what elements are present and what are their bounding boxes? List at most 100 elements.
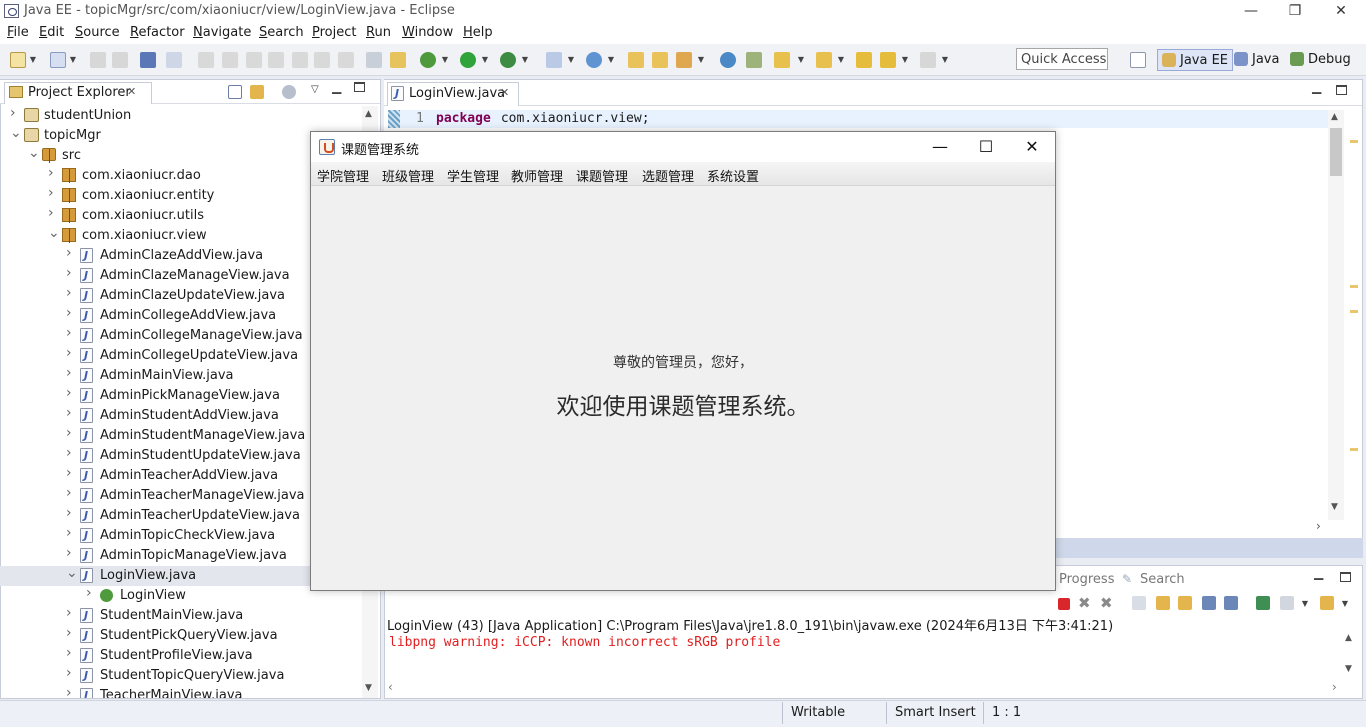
previous-annotation-icon[interactable] xyxy=(816,52,832,68)
step-into-icon[interactable] xyxy=(292,52,308,68)
debug-dropdown-icon[interactable]: ▼ xyxy=(440,52,450,68)
quick-access-input[interactable]: Quick Access xyxy=(1016,48,1108,70)
tree-row[interactable]: › com.xiaoniucr.dao xyxy=(0,165,362,186)
expand-chevron-icon[interactable]: › xyxy=(48,185,58,201)
expand-chevron-icon[interactable]: › xyxy=(66,325,76,341)
clear-console-icon[interactable] xyxy=(1132,596,1146,610)
menu-project[interactable]: Project xyxy=(312,25,357,40)
expand-chevron-icon[interactable]: › xyxy=(66,285,76,301)
collapse-chevron-icon[interactable]: ⌄ xyxy=(48,225,60,241)
perspective-debug[interactable]: Debug xyxy=(1286,49,1355,71)
console-icon[interactable] xyxy=(140,52,156,68)
tree-row[interactable]: › AdminCollegeManageView.java xyxy=(0,325,362,346)
open-console-dropdown-icon[interactable]: ▼ xyxy=(1340,596,1350,612)
menu-search[interactable]: Search xyxy=(259,25,304,40)
maximize-editor-icon[interactable] xyxy=(1336,85,1347,95)
save-all-icon[interactable] xyxy=(112,52,128,68)
tree-row[interactable]: › AdminClazeManageView.java xyxy=(0,265,362,286)
skip-breakpoints-icon[interactable] xyxy=(166,52,182,68)
expand-chevron-icon[interactable]: › xyxy=(10,106,20,121)
view-menu-icon[interactable]: ▽ xyxy=(311,84,319,95)
menu-system-settings[interactable]: 系统设置 xyxy=(707,166,759,185)
tree-row[interactable]: › com.xiaoniucr.entity xyxy=(0,185,362,206)
new-class-dropdown-icon[interactable]: ▼ xyxy=(606,52,616,68)
back-dropdown-icon[interactable]: ▼ xyxy=(900,52,910,68)
new-icon[interactable] xyxy=(10,52,26,68)
menu-help[interactable]: Help xyxy=(463,25,493,40)
use-step-filters-icon[interactable] xyxy=(366,52,382,68)
open-task-icon[interactable] xyxy=(652,52,668,68)
warning-marker-icon[interactable] xyxy=(1350,140,1358,143)
expand-chevron-icon[interactable]: › xyxy=(66,665,76,681)
tree-row[interactable]: › AdminCollegeAddView.java xyxy=(0,305,362,326)
collapse-all-icon[interactable] xyxy=(228,85,242,99)
word-wrap-icon[interactable] xyxy=(1178,596,1192,610)
tree-row[interactable]: › AdminClazeAddView.java xyxy=(0,245,362,266)
tree-row[interactable]: › AdminPickManageView.java xyxy=(0,385,362,406)
expand-chevron-icon[interactable]: › xyxy=(66,685,76,698)
open-console-icon[interactable] xyxy=(1320,596,1334,610)
debug-icon[interactable] xyxy=(420,52,436,68)
menu-teacher-management[interactable]: 教师管理 xyxy=(511,166,563,185)
scroll-thumb[interactable] xyxy=(1330,128,1342,176)
expand-chevron-icon[interactable]: › xyxy=(66,425,76,441)
dialog-minimize-button[interactable]: — xyxy=(925,138,955,156)
menu-edit[interactable]: Edit xyxy=(39,25,64,40)
tree-row[interactable]: › AdminTopicCheckView.java xyxy=(0,525,362,546)
menu-file[interactable]: File xyxy=(7,25,29,40)
expand-chevron-icon[interactable]: › xyxy=(66,485,76,501)
scroll-lock-icon[interactable] xyxy=(1156,596,1170,610)
collapse-chevron-icon[interactable]: ⌄ xyxy=(66,565,78,581)
new-server-dropdown-icon[interactable]: ▼ xyxy=(68,52,78,68)
collapse-chevron-icon[interactable]: ⌄ xyxy=(10,125,22,141)
expand-chevron-icon[interactable]: › xyxy=(66,625,76,641)
expand-chevron-icon[interactable]: › xyxy=(66,365,76,381)
tree-row[interactable]: › AdminClazeUpdateView.java xyxy=(0,285,362,306)
console-scroll-left-icon[interactable]: ‹ xyxy=(388,680,393,694)
terminate-icon[interactable] xyxy=(246,52,262,68)
tree-row[interactable]: › TeacherMainView.java xyxy=(0,685,362,698)
minimize-button[interactable]: — xyxy=(1236,2,1266,20)
scroll-right-icon[interactable]: › xyxy=(1316,519,1321,533)
progress-tab[interactable]: Progress xyxy=(1059,572,1114,587)
warning-marker-icon[interactable] xyxy=(1350,448,1358,451)
restore-button[interactable]: ❐ xyxy=(1280,2,1310,20)
expand-chevron-icon[interactable]: › xyxy=(66,465,76,481)
tree-row[interactable]: › StudentTopicQueryView.java xyxy=(0,665,362,686)
scroll-up-icon[interactable]: ▲ xyxy=(1331,112,1338,122)
run-icon[interactable] xyxy=(460,52,476,68)
remove-all-icon[interactable]: ✖ xyxy=(1100,594,1113,612)
dialog-maximize-button[interactable]: ☐ xyxy=(971,138,1001,156)
display-console-dropdown-icon[interactable]: ▼ xyxy=(1300,596,1310,612)
close-button[interactable]: ✕ xyxy=(1326,2,1356,20)
perspective-java-ee[interactable]: Java EE xyxy=(1157,49,1234,71)
menu-selection-management[interactable]: 选题管理 xyxy=(642,166,694,185)
tree-row[interactable]: › AdminStudentUpdateView.java xyxy=(0,445,362,466)
editor-scrollbar[interactable]: ▲ ▼ xyxy=(1328,110,1344,520)
tree-row[interactable]: › studentUnion xyxy=(0,106,362,126)
pin-console-icon[interactable] xyxy=(1256,596,1270,610)
tree-row[interactable]: › AdminTopicManageView.java xyxy=(0,545,362,566)
expand-chevron-icon[interactable]: › xyxy=(66,525,76,541)
tree-row[interactable]: ⌄ topicMgr xyxy=(0,125,362,146)
maximize-console-icon[interactable] xyxy=(1340,572,1351,582)
run-dropdown-icon[interactable]: ▼ xyxy=(480,52,490,68)
expand-chevron-icon[interactable]: › xyxy=(66,645,76,661)
new-server-icon[interactable] xyxy=(50,52,66,68)
warning-marker-icon[interactable] xyxy=(1350,285,1358,288)
perspective-java[interactable]: Java xyxy=(1230,49,1283,71)
maximize-view-icon[interactable] xyxy=(354,82,365,92)
tree-row[interactable]: › StudentProfileView.java xyxy=(0,645,362,666)
expand-chevron-icon[interactable]: › xyxy=(86,585,96,601)
new-dropdown-icon[interactable]: ▼ xyxy=(28,52,38,68)
new-project-dropdown-icon[interactable]: ▼ xyxy=(566,52,576,68)
minimize-console-icon[interactable]: ▁ xyxy=(1314,566,1323,580)
next-annotation-icon[interactable] xyxy=(774,52,790,68)
expand-chevron-icon[interactable]: › xyxy=(48,165,58,181)
menu-navigate[interactable]: Navigate xyxy=(193,25,251,40)
expand-chevron-icon[interactable]: › xyxy=(66,445,76,461)
tree-row[interactable]: › AdminTeacherManageView.java xyxy=(0,485,362,506)
expand-chevron-icon[interactable]: › xyxy=(66,345,76,361)
tree-row[interactable]: ⌄ LoginView.java xyxy=(0,565,362,586)
menu-student-management[interactable]: 学生管理 xyxy=(447,166,499,185)
